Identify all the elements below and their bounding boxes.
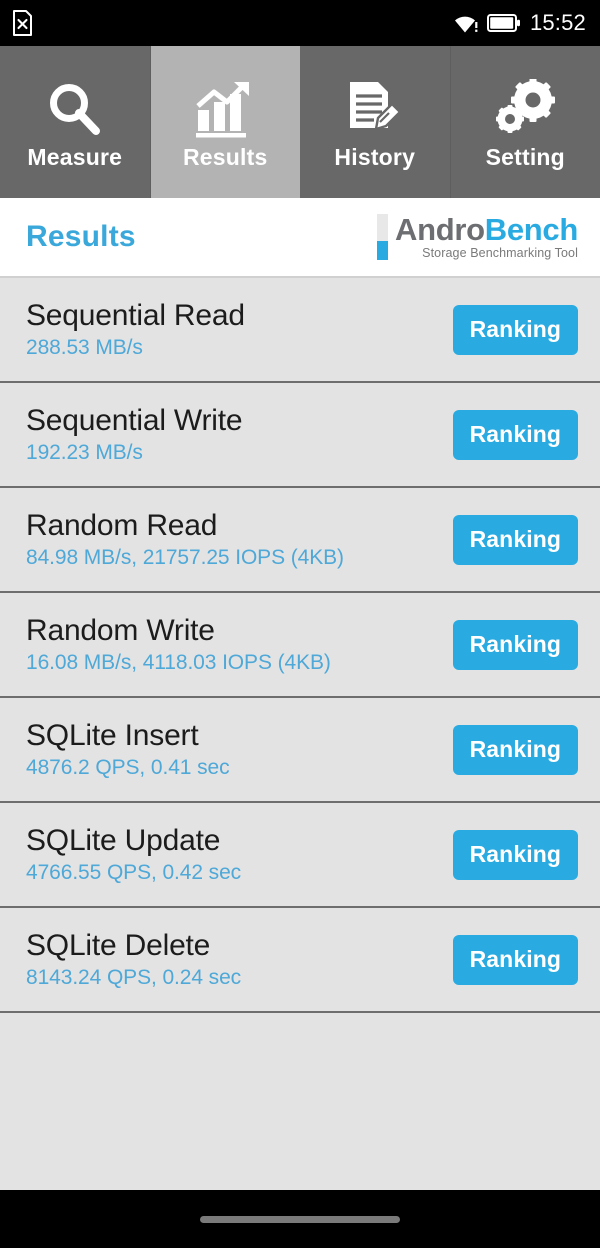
result-value: 4876.2 QPS, 0.41 sec bbox=[26, 755, 230, 779]
page-title: Results bbox=[26, 220, 136, 253]
logo-bar-icon bbox=[376, 213, 388, 260]
results-list: Sequential Read 288.53 MB/s Ranking Sequ… bbox=[0, 278, 600, 1190]
logo-andro: Andro bbox=[394, 211, 485, 247]
ranking-button[interactable]: Ranking bbox=[452, 409, 578, 460]
table-row[interactable]: SQLite Insert 4876.2 QPS, 0.41 sec Ranki… bbox=[0, 698, 600, 803]
status-bar-clock: 15:52 bbox=[529, 10, 586, 35]
result-info: Sequential Read 288.53 MB/s bbox=[26, 300, 245, 359]
gears-icon bbox=[493, 76, 557, 142]
ranking-button[interactable]: Ranking bbox=[452, 304, 578, 355]
result-name: Sequential Write bbox=[26, 404, 243, 438]
logo-text: AndroBench Storage Benchmarking Tool bbox=[394, 211, 579, 261]
logo-bar-bottom bbox=[376, 241, 388, 260]
wifi-no-internet-icon bbox=[453, 13, 478, 34]
status-bar-left bbox=[12, 10, 33, 36]
sim-card-missing-icon bbox=[12, 10, 33, 36]
result-value: 84.98 MB/s, 21757.25 IOPS (4KB) bbox=[26, 545, 344, 569]
result-value: 4766.55 QPS, 0.42 sec bbox=[26, 860, 242, 884]
result-name: Random Read bbox=[26, 509, 218, 543]
result-info: Sequential Write 192.23 MB/s bbox=[26, 404, 243, 464]
result-info: Random Write 16.08 MB/s, 4118.03 IOPS (4… bbox=[26, 615, 331, 674]
ranking-button[interactable]: Ranking bbox=[452, 514, 578, 565]
result-info: SQLite Delete 8143.24 QPS, 0.24 sec bbox=[26, 930, 241, 989]
result-info: SQLite Insert 4876.2 QPS, 0.41 sec bbox=[26, 719, 230, 779]
result-name: Sequential Read bbox=[26, 299, 245, 333]
tab-results[interactable]: Results bbox=[150, 46, 300, 198]
table-row[interactable]: SQLite Delete 8143.24 QPS, 0.24 sec Rank… bbox=[0, 908, 600, 1013]
app-root: 15:52 Measure Results History Setting Re… bbox=[0, 0, 600, 1248]
androbench-logo: AndroBench Storage Benchmarking Tool bbox=[376, 211, 579, 261]
tab-history-label: History bbox=[334, 143, 416, 170]
result-name: Random Write bbox=[26, 614, 215, 648]
result-value: 192.23 MB/s bbox=[26, 440, 143, 464]
ranking-button[interactable]: Ranking bbox=[452, 829, 578, 880]
magnifier-icon bbox=[44, 76, 106, 142]
logo-bar-top bbox=[376, 213, 388, 242]
tab-setting[interactable]: Setting bbox=[450, 46, 600, 198]
document-pencil-icon bbox=[344, 76, 406, 142]
system-navigation-bar bbox=[0, 1190, 600, 1248]
result-name: SQLite Update bbox=[26, 824, 221, 858]
tab-results-label: Results bbox=[183, 143, 268, 170]
tab-bar: Measure Results History Setting bbox=[0, 46, 600, 198]
table-row[interactable]: Sequential Read 288.53 MB/s Ranking bbox=[0, 278, 600, 383]
ranking-button[interactable]: Ranking bbox=[452, 724, 578, 775]
result-value: 288.53 MB/s bbox=[26, 335, 143, 359]
page-header: Results AndroBench Storage Benchmarking … bbox=[0, 198, 600, 278]
table-row[interactable]: Sequential Write 192.23 MB/s Ranking bbox=[0, 383, 600, 488]
home-gesture-handle[interactable] bbox=[200, 1215, 400, 1223]
table-row[interactable]: Random Read 84.98 MB/s, 21757.25 IOPS (4… bbox=[0, 488, 600, 593]
result-name: SQLite Delete bbox=[26, 929, 211, 963]
tab-setting-label: Setting bbox=[485, 143, 565, 170]
status-bar-right: 15:52 bbox=[453, 10, 586, 36]
logo-bench: Bench bbox=[484, 211, 579, 247]
tab-measure[interactable]: Measure bbox=[0, 46, 151, 198]
table-row[interactable]: SQLite Update 4766.55 QPS, 0.42 sec Rank… bbox=[0, 803, 600, 908]
result-info: SQLite Update 4766.55 QPS, 0.42 sec bbox=[26, 825, 241, 884]
logo-wordmark: AndroBench bbox=[394, 211, 579, 247]
table-row[interactable]: Random Write 16.08 MB/s, 4118.03 IOPS (4… bbox=[0, 593, 600, 698]
result-value: 16.08 MB/s, 4118.03 IOPS (4KB) bbox=[26, 650, 331, 674]
bar-chart-icon bbox=[194, 76, 256, 142]
battery-icon bbox=[486, 13, 521, 33]
ranking-button[interactable]: Ranking bbox=[452, 934, 578, 985]
result-name: SQLite Insert bbox=[26, 719, 199, 753]
ranking-button[interactable]: Ranking bbox=[452, 619, 578, 670]
tab-history[interactable]: History bbox=[300, 46, 451, 198]
result-value: 8143.24 QPS, 0.24 sec bbox=[26, 965, 242, 989]
logo-tagline: Storage Benchmarking Tool bbox=[422, 246, 578, 261]
result-info: Random Read 84.98 MB/s, 21757.25 IOPS (4… bbox=[26, 510, 344, 569]
tab-measure-label: Measure bbox=[27, 143, 123, 170]
status-bar: 15:52 bbox=[0, 0, 600, 46]
